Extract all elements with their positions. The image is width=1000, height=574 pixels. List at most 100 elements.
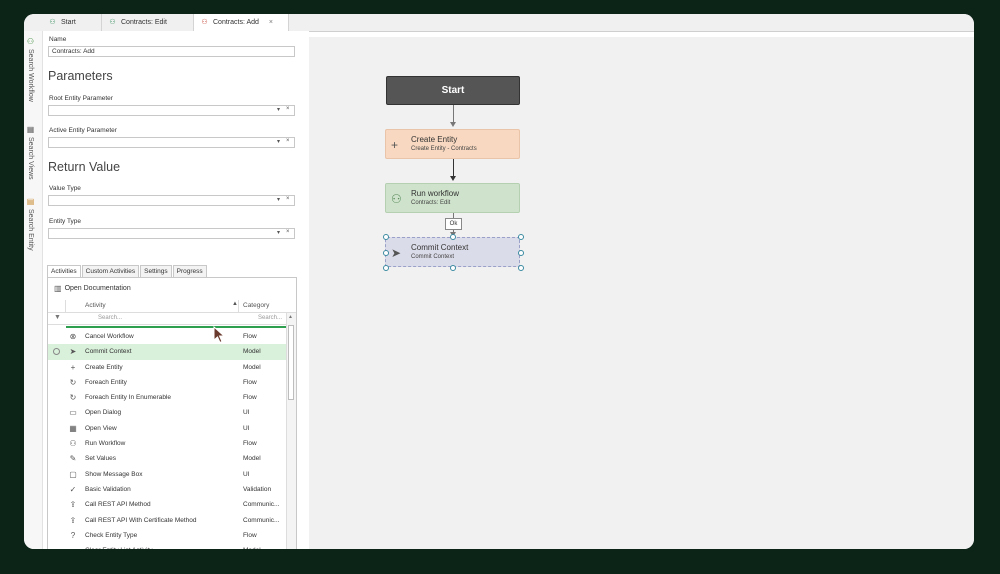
scroll-up-icon[interactable]: ▲ — [288, 314, 293, 320]
activity-row[interactable]: ↻ Foreach Entity Flow — [48, 375, 288, 390]
name-label: Name — [49, 36, 67, 43]
run-workflow-node[interactable]: ⚇ Run workflow Contracts: Edit — [385, 183, 520, 213]
active-entity-select[interactable] — [48, 137, 295, 148]
activity-row[interactable]: ▭ Clear Entity List Activity Model — [48, 543, 288, 549]
activity-category: Model — [243, 363, 261, 371]
filter-icon[interactable]: ▼ — [54, 314, 61, 321]
side-tab-label: Search Workflow — [27, 49, 34, 102]
clear-icon[interactable]: × — [286, 138, 290, 144]
plus-icon: + — [391, 138, 399, 152]
activity-name: Show Message Box — [85, 470, 143, 478]
activity-row[interactable]: ▦ Open View UI — [48, 421, 288, 436]
activity-row[interactable]: ✎ Set Values Model — [48, 451, 288, 466]
connector-line — [453, 159, 454, 176]
upload-icon: ⇪ — [69, 515, 77, 525]
resize-handle[interactable] — [518, 265, 524, 271]
start-node[interactable]: Start — [386, 76, 520, 105]
activity-category: UI — [243, 409, 250, 417]
ok-connector-label[interactable]: Ok — [445, 218, 462, 230]
loop-icon: ↻ — [69, 377, 77, 387]
connector-arrow — [450, 176, 456, 181]
activity-name: Set Values — [85, 455, 116, 463]
root-entity-label: Root Entity Parameter — [49, 95, 113, 102]
tab-start[interactable]: ⚇ Start — [42, 14, 102, 31]
clear-icon[interactable]: × — [286, 196, 290, 202]
chevron-down-icon[interactable]: ▾ — [277, 138, 280, 145]
activity-category: Flow — [243, 394, 257, 402]
activity-row[interactable]: ⇪ Call REST API With Certificate Method Co… — [48, 513, 288, 528]
tab-label: Contracts: Edit — [121, 19, 167, 26]
activity-row[interactable]: ⊗ Cancel Workflow Flow — [48, 329, 288, 344]
category-search-input[interactable]: Search... — [258, 315, 282, 321]
resize-handle[interactable] — [450, 265, 456, 271]
entity-type-select[interactable] — [48, 228, 295, 239]
resize-handle[interactable] — [383, 250, 389, 256]
tab-progress[interactable]: Progress — [172, 265, 207, 277]
activities-table-header: Activity ▲ Category — [48, 300, 296, 313]
send-icon: ➤ — [391, 246, 402, 260]
activity-category: Validation — [243, 485, 272, 493]
workflow-icon: ⚇ — [201, 19, 208, 26]
views-icon: ▦ — [26, 125, 35, 134]
message-icon: ▢ — [69, 469, 77, 479]
activity-row[interactable]: ↻ Foreach Entity In Enumerable Flow — [48, 390, 288, 405]
activity-row[interactable]: ⚇ Run Workflow Flow — [48, 436, 288, 451]
chevron-down-icon[interactable]: ▾ — [277, 106, 280, 113]
open-documentation-label: Open Documentation — [64, 285, 131, 292]
activity-search-input[interactable]: Search... — [98, 315, 122, 321]
active-entity-label: Active Entity Parameter — [49, 127, 117, 134]
tab-contracts-add[interactable]: ⚇ Contracts: Add × — [194, 14, 289, 31]
book-icon: ▥ — [54, 284, 62, 293]
close-icon[interactable]: × — [269, 19, 273, 26]
tab-settings[interactable]: Settings — [140, 265, 172, 277]
connector-arrow — [450, 122, 456, 127]
entity-type-label: Entity Type — [49, 218, 82, 225]
activity-row[interactable]: ▭ Open Dialog UI — [48, 405, 288, 420]
resize-handle[interactable] — [383, 234, 389, 240]
cancel-icon: ⊗ — [69, 332, 77, 341]
side-tab-search-views[interactable]: ▦ Search Views — [26, 125, 35, 180]
activity-name: Foreach Entity — [85, 378, 127, 386]
connector-line — [453, 105, 454, 122]
side-tab-search-entity[interactable]: ▤ Search Entity — [26, 197, 35, 251]
activity-category: Flow — [243, 531, 257, 539]
side-tab-search-workflow[interactable]: ⚇ Search Workflow — [26, 37, 35, 102]
activity-category: Flow — [243, 333, 257, 340]
name-field[interactable]: Contracts: Add — [48, 46, 295, 57]
value-type-label: Value Type — [49, 185, 81, 192]
activity-row[interactable]: ➤ Commit Context Model — [48, 344, 288, 360]
tab-custom-activities[interactable]: Custom Activities — [81, 265, 140, 277]
resize-handle[interactable] — [518, 250, 524, 256]
activity-row[interactable]: ▢ Show Message Box UI — [48, 467, 288, 482]
activity-row[interactable]: ✓ Basic Validation Validation — [48, 482, 288, 497]
workflow-icon: ⚇ — [109, 19, 116, 26]
activity-name: Create Entity — [85, 363, 123, 371]
pencil-icon: ✎ — [69, 454, 77, 464]
activities-list: ▥ Open Documentation Activity ▲ Category… — [47, 277, 297, 549]
resize-handle[interactable] — [383, 265, 389, 271]
activity-row[interactable]: ⇪ Call REST API Method Communic... — [48, 497, 288, 512]
vertical-scrollbar[interactable]: ▲ — [286, 313, 296, 549]
value-type-select[interactable] — [48, 195, 295, 206]
activity-row[interactable]: ? Check Entity Type Flow — [48, 528, 288, 543]
tab-activities[interactable]: Activities — [47, 265, 81, 277]
open-documentation-link[interactable]: ▥ Open Documentation — [54, 284, 131, 293]
commit-context-node[interactable]: ➤ Commit Context Commit Context — [385, 237, 520, 267]
resize-handle[interactable] — [518, 234, 524, 240]
column-category[interactable]: Category — [243, 302, 269, 309]
clear-icon[interactable]: × — [286, 106, 290, 112]
column-activity[interactable]: Activity — [85, 302, 106, 309]
chevron-down-icon[interactable]: ▾ — [277, 229, 280, 236]
chevron-down-icon[interactable]: ▾ — [277, 196, 280, 203]
workflow-canvas[interactable]: Start + Create Entity Create Entity - Co… — [309, 37, 974, 549]
clear-icon[interactable]: × — [286, 229, 290, 235]
activity-row[interactable]: + Create Entity Model — [48, 360, 288, 375]
tab-contracts-edit[interactable]: ⚇ Contracts: Edit — [102, 14, 194, 31]
tab-label: Contracts: Add — [213, 19, 259, 26]
activity-name: Run Workflow — [85, 440, 126, 448]
root-entity-select[interactable] — [48, 105, 295, 116]
activity-category: Model — [243, 348, 261, 356]
scrollbar-thumb[interactable] — [288, 325, 294, 400]
create-entity-node[interactable]: + Create Entity Create Entity - Contract… — [385, 129, 520, 159]
resize-handle[interactable] — [450, 234, 456, 240]
